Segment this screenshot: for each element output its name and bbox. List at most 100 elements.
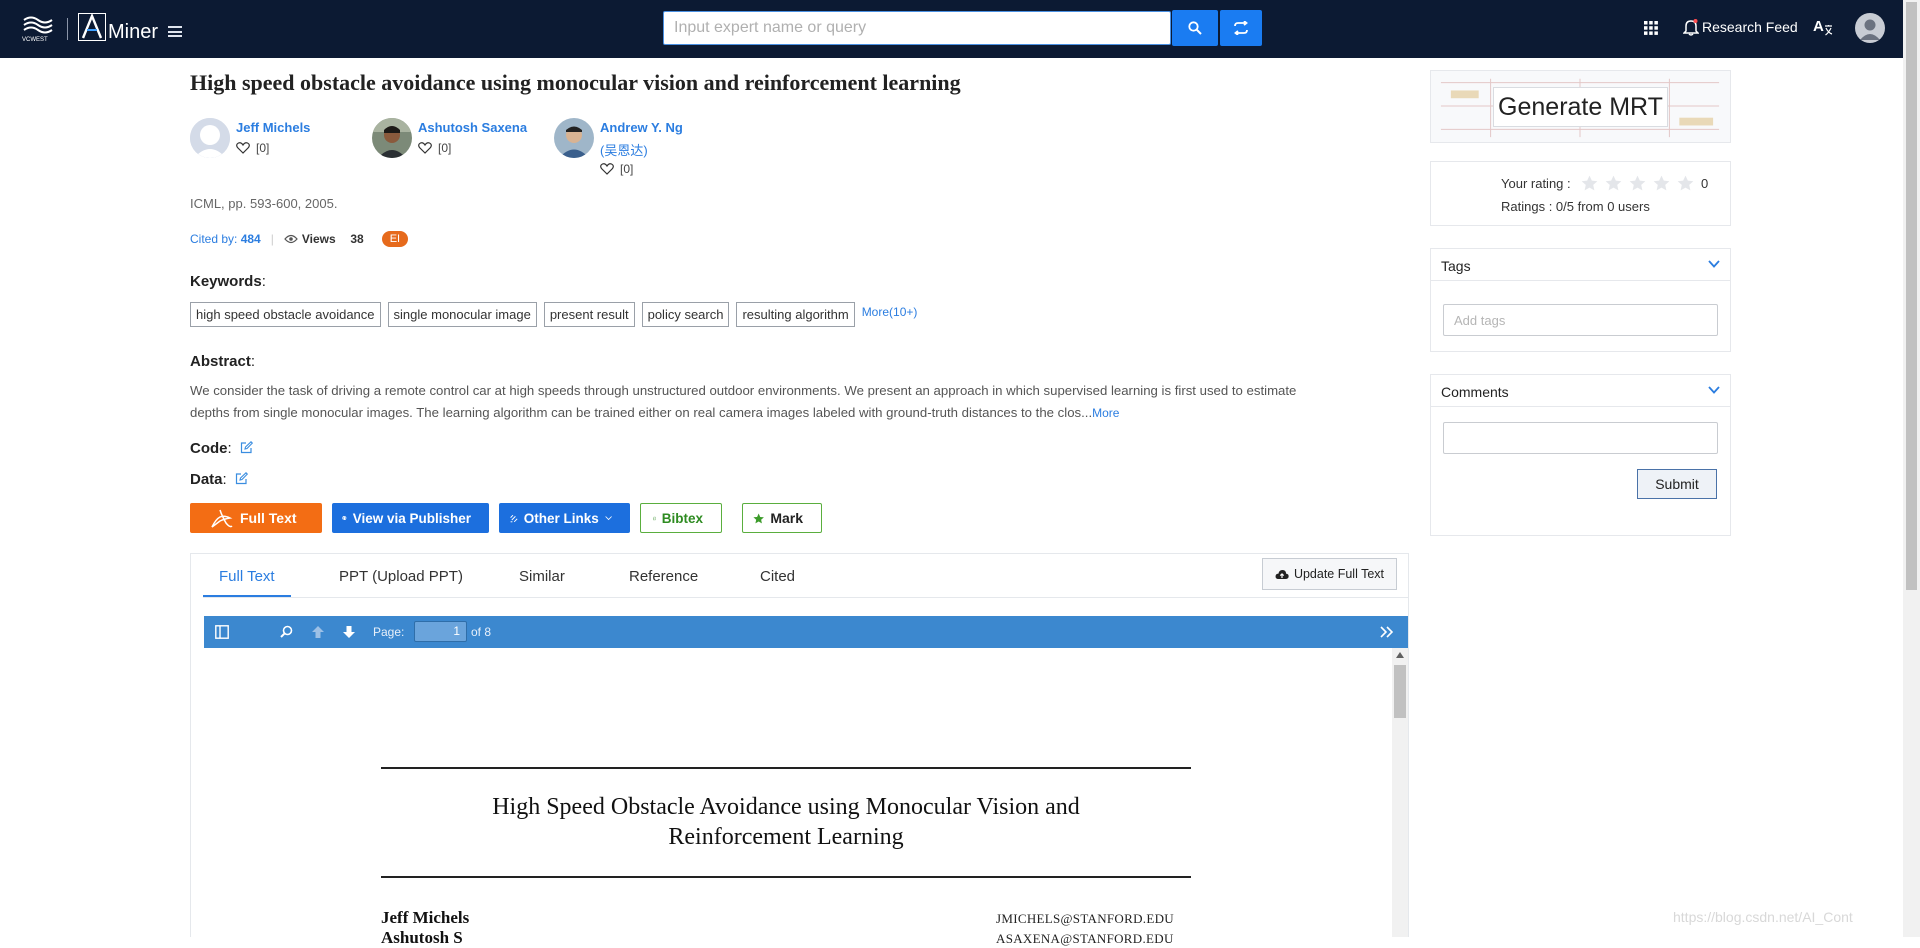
edit-icon[interactable] [240, 441, 253, 454]
author-photo-icon [554, 118, 594, 158]
next-page-icon[interactable] [342, 625, 356, 639]
bell-icon[interactable] [1683, 18, 1699, 36]
data-label: Data [190, 471, 223, 488]
data-heading: Data: [190, 471, 248, 488]
tab-reference[interactable]: Reference [629, 568, 698, 585]
aminer-logo-icon[interactable] [78, 13, 106, 41]
keywords-label: Keywords [190, 273, 262, 290]
scroll-up-arrow-icon[interactable] [1396, 652, 1404, 658]
tab-ppt[interactable]: PPT (Upload PPT) [339, 568, 463, 585]
comment-input[interactable] [1443, 422, 1718, 454]
logo-divider [67, 18, 68, 40]
comments-header[interactable]: Comments [1431, 375, 1730, 407]
author-follow[interactable]: [0] [600, 162, 633, 176]
search-input[interactable] [663, 11, 1171, 45]
vcwest-logo-icon[interactable]: VCWEST [22, 14, 58, 42]
abstract-label: Abstract [190, 353, 251, 370]
mark-label: Mark [770, 510, 803, 526]
chevron-down-icon[interactable] [1708, 385, 1720, 395]
heart-icon [600, 163, 614, 175]
author-avatar[interactable] [554, 118, 594, 158]
pdf-author-email: JMICHELS@STANFORD.EDU [996, 911, 1174, 926]
pdf-bottom-rule [381, 876, 1191, 878]
rating-score: 0 [1701, 176, 1709, 191]
add-tags-input[interactable] [1443, 304, 1718, 336]
research-feed-link[interactable]: Research Feed [1702, 19, 1798, 35]
update-full-text-button[interactable]: Update Full Text [1262, 558, 1397, 590]
author-alt-name[interactable]: (吴恩达) [600, 140, 648, 159]
top-navbar: VCWEST Miner Research Feed A [0, 0, 1903, 58]
author-follow[interactable]: [0] [236, 141, 269, 155]
full-text-button[interactable]: Full Text [190, 503, 322, 533]
pdf-title-line: Reinforcement Learning [668, 824, 904, 850]
mark-button[interactable]: Mark [742, 503, 822, 533]
paper-venue: ICML, pp. 593-600, 2005. [190, 196, 338, 211]
pdf-author: Ashutosh S [381, 928, 463, 947]
author-follow[interactable]: [0] [418, 141, 451, 155]
author-name[interactable]: Ashutosh Saxena [418, 120, 527, 135]
other-links-dropdown[interactable]: Other Links [499, 503, 630, 533]
keyword-tag[interactable]: policy search [641, 302, 730, 327]
keywords-more-link[interactable]: More(10+) [862, 305, 918, 319]
sidebar-toggle-icon[interactable] [215, 625, 229, 639]
author-avatar[interactable] [372, 118, 412, 158]
view-publisher-label: View via Publisher [352, 510, 471, 526]
logo-text[interactable]: Miner [108, 21, 158, 44]
keyword-tag[interactable]: resulting algorithm [736, 302, 855, 327]
page-scrollbar-thumb[interactable] [1906, 2, 1917, 590]
bibtex-button[interactable]: Bibtex [640, 503, 722, 533]
author-name[interactable]: Jeff Michels [236, 120, 310, 135]
link-icon [510, 514, 518, 522]
comments-title: Comments [1441, 384, 1509, 400]
view-publisher-button[interactable]: View via Publisher [332, 503, 489, 533]
views-count: 38 [350, 232, 364, 246]
find-icon[interactable] [280, 625, 293, 638]
keywords-list: high speed obstacle avoidance single mon… [190, 302, 917, 327]
double-chevron-right-icon[interactable] [1380, 626, 1394, 638]
apps-grid-icon[interactable] [1643, 20, 1659, 36]
swap-icon [1234, 21, 1248, 35]
heart-icon [236, 142, 250, 154]
language-icon[interactable]: A [1812, 16, 1834, 38]
generate-mrt-button[interactable]: Generate MRT [1493, 87, 1668, 127]
globe-icon [342, 515, 347, 521]
watermark-text: https://blog.csdn.net/AI_Cont [1673, 909, 1853, 925]
pdf-icon [211, 509, 233, 528]
search-button[interactable] [1172, 10, 1218, 46]
cited-by[interactable]: Cited by: 484 [190, 232, 261, 246]
bibtex-label: Bibtex [661, 510, 703, 526]
author-name[interactable]: Andrew Y. Ng [600, 120, 683, 135]
tab-similar[interactable]: Similar [519, 568, 565, 585]
views: Views 38 [284, 232, 364, 246]
pdf-scrollbar-thumb[interactable] [1394, 665, 1406, 718]
menu-icon[interactable] [168, 26, 182, 37]
abstract-line: We consider the task of driving a remote… [190, 383, 1297, 398]
keyword-tag[interactable]: present result [543, 302, 635, 327]
update-full-text-label: Update Full Text [1293, 567, 1385, 581]
stats-divider: | [270, 232, 274, 246]
page-number-input[interactable]: 1 [414, 621, 467, 642]
star-icon[interactable] [1677, 175, 1694, 191]
abstract-more-link[interactable]: More [1092, 406, 1119, 420]
user-avatar[interactable] [1855, 13, 1885, 43]
tab-cited[interactable]: Cited [760, 568, 795, 585]
star-icon[interactable] [1653, 175, 1670, 191]
star-icon[interactable] [1581, 175, 1598, 191]
previous-page-icon[interactable] [311, 625, 325, 639]
paper-stats: Cited by: 484 | Views 38 EI [190, 231, 409, 247]
submit-comment-button[interactable]: Submit [1637, 469, 1717, 499]
star-icon[interactable] [1629, 175, 1646, 191]
chevron-down-icon[interactable] [1708, 259, 1720, 269]
star-icon[interactable] [1605, 175, 1622, 191]
keyword-tag[interactable]: high speed obstacle avoidance [190, 302, 381, 327]
chevron-down-icon [605, 516, 612, 521]
edit-icon[interactable] [235, 472, 248, 485]
rating-stars[interactable] [1581, 175, 1694, 191]
author-card: Ashutosh Saxena [0] [372, 118, 542, 168]
tags-header[interactable]: Tags [1431, 249, 1730, 281]
tab-full-text[interactable]: Full Text [219, 568, 275, 585]
switch-search-button[interactable] [1220, 10, 1262, 46]
user-icon [1860, 19, 1880, 40]
keyword-tag[interactable]: single monocular image [387, 302, 537, 327]
author-avatar[interactable] [190, 118, 230, 158]
